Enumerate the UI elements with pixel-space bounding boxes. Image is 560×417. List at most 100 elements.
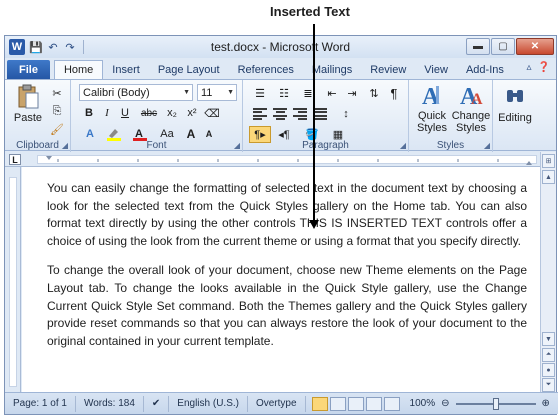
font-name-combo[interactable]: Calibri (Body) ▼ [79, 84, 193, 101]
scroll-up-icon[interactable]: ▲ [542, 170, 555, 184]
title-bar: W 💾 ↶ ↷ test.docx - Microsoft Word ▬ ▢ ✕ [5, 36, 556, 58]
select-browse-object-icon[interactable]: ● [542, 363, 555, 377]
zoom-slider-thumb[interactable] [492, 397, 499, 410]
previous-page-icon[interactable]: ⏶ [542, 348, 555, 362]
align-center-icon[interactable] [271, 106, 289, 122]
ribbon-tab-bar: File Home Insert Page Layout References … [5, 58, 556, 79]
show-hide-button[interactable]: ¶ [385, 85, 403, 101]
close-button[interactable]: ✕ [516, 38, 554, 55]
word-count-status[interactable]: Words: 184 [76, 395, 144, 412]
window-controls: ▬ ▢ ✕ [465, 38, 554, 55]
scroll-down-icon[interactable]: ▼ [542, 332, 555, 346]
bullets-icon[interactable]: ☰ [249, 85, 271, 101]
tab-file[interactable]: File [7, 60, 50, 79]
help-icon[interactable]: ❓ [538, 62, 550, 73]
callout-pointer-line [313, 24, 315, 226]
language-status[interactable]: English (U.S.) [169, 395, 248, 412]
tab-selector-button[interactable]: L [9, 154, 21, 165]
tab-home[interactable]: Home [53, 60, 104, 79]
clear-formatting-icon[interactable]: ⌫ [203, 105, 221, 121]
proofing-icon[interactable]: ✔ [144, 395, 170, 412]
quick-styles-label: Quick Styles [417, 110, 447, 134]
zoom-control: ⊖ ⊕ [435, 397, 550, 410]
minimize-button[interactable]: ▬ [466, 38, 490, 55]
overtype-status[interactable]: Overtype [248, 395, 306, 412]
document-area[interactable]: You can easily change the formatting of … [22, 167, 542, 393]
ruler-bar[interactable] [37, 155, 537, 165]
word-logo-icon[interactable]: W [9, 39, 25, 55]
view-ruler-icon[interactable]: ⊞ [542, 154, 555, 168]
zoom-in-icon[interactable]: ⊕ [542, 398, 550, 409]
italic-button[interactable]: I [99, 105, 115, 121]
page-count-status[interactable]: Page: 1 of 1 [5, 395, 76, 412]
undo-icon[interactable]: ↶ [46, 40, 60, 54]
zoom-slider[interactable] [455, 397, 536, 410]
superscript-button[interactable]: x² [183, 105, 201, 121]
increase-indent-icon[interactable]: ⇥ [343, 85, 361, 101]
align-right-icon[interactable] [291, 106, 309, 122]
change-styles-button[interactable]: AA Change Styles [451, 82, 491, 134]
font-group: Calibri (Body) ▼ 11 ▼ B I U abc x₂ x² ⌫ … [71, 80, 243, 152]
tab-mailings[interactable]: Mailings [303, 60, 361, 79]
styles-group-label: Styles [436, 140, 465, 151]
editing-group: Editing [493, 80, 537, 152]
tab-add-ins[interactable]: Add-Ins [457, 60, 513, 79]
styles-group: A Quick Styles AA Change Styles Styles ◢ [409, 80, 493, 152]
paragraph-launcher-icon[interactable]: ◢ [400, 141, 406, 150]
paste-icon [14, 84, 42, 110]
multilevel-list-icon[interactable]: ≣ [297, 85, 319, 101]
qat-separator [83, 40, 84, 54]
font-size-combo[interactable]: 11 ▼ [197, 84, 237, 101]
numbering-icon[interactable]: ☷ [273, 85, 295, 101]
vertical-scrollbar[interactable]: ⊞ ▲ ▼ ⏶ ● ⏷ [540, 152, 556, 393]
vertical-ruler-bar[interactable] [9, 177, 17, 387]
full-screen-reading-view-icon[interactable] [329, 396, 346, 411]
draft-view-icon[interactable] [383, 396, 400, 411]
callout-arrowhead [309, 220, 319, 229]
web-layout-view-icon[interactable] [347, 396, 364, 411]
maximize-button[interactable]: ▢ [491, 38, 515, 55]
strikethrough-button[interactable]: abc [137, 105, 161, 121]
editing-button[interactable]: Editing [495, 84, 535, 124]
next-page-icon[interactable]: ⏷ [542, 378, 555, 392]
ribbon-right-controls: ▵ ❓ [527, 62, 550, 73]
sort-icon[interactable]: ⇅ [365, 85, 383, 101]
minimize-ribbon-icon[interactable]: ▵ [527, 62, 532, 73]
status-bar: Page: 1 of 1 Words: 184 ✔ English (U.S.)… [5, 392, 558, 414]
document-body[interactable]: You can easily change the formatting of … [47, 180, 527, 362]
chevron-down-icon: ▼ [183, 89, 190, 96]
paragraph-group-label: Paragraph [302, 140, 349, 151]
font-size-value: 11 [201, 86, 213, 99]
styles-launcher-icon[interactable]: ◢ [484, 141, 490, 150]
quick-styles-button[interactable]: A Quick Styles [413, 82, 451, 134]
redo-icon[interactable]: ↷ [63, 40, 77, 54]
document-paragraph-2[interactable]: To change the overall look of your docum… [47, 262, 527, 350]
ruler-ticks [46, 156, 532, 165]
copy-icon[interactable]: ⎘ [49, 103, 65, 119]
line-spacing-icon[interactable]: ↕ [335, 106, 357, 122]
word-window: W 💾 ↶ ↷ test.docx - Microsoft Word ▬ ▢ ✕… [4, 35, 558, 415]
tab-review[interactable]: Review [361, 60, 415, 79]
bold-button[interactable]: B [81, 105, 97, 121]
zoom-out-icon[interactable]: ⊖ [441, 398, 449, 409]
cut-icon[interactable]: ✂ [49, 85, 65, 101]
clipboard-launcher-icon[interactable]: ◢ [62, 141, 68, 150]
tab-insert[interactable]: Insert [103, 60, 149, 79]
tab-references[interactable]: References [229, 60, 303, 79]
decrease-indent-icon[interactable]: ⇤ [323, 85, 341, 101]
tab-page-layout[interactable]: Page Layout [149, 60, 229, 79]
tab-view[interactable]: View [415, 60, 457, 79]
paste-button[interactable]: Paste [11, 84, 45, 124]
underline-button[interactable]: U [117, 105, 133, 121]
font-launcher-icon[interactable]: ◢ [234, 141, 240, 150]
document-paragraph-1[interactable]: You can easily change the formatting of … [47, 180, 527, 250]
subscript-button[interactable]: x₂ [163, 105, 181, 121]
save-icon[interactable]: 💾 [29, 40, 43, 54]
format-painter-icon[interactable]: 🖌 [49, 121, 65, 137]
print-layout-view-icon[interactable] [311, 396, 328, 411]
outline-view-icon[interactable] [365, 396, 382, 411]
zoom-level[interactable]: 100% [402, 398, 436, 409]
align-left-icon[interactable] [251, 106, 269, 122]
svg-text:A: A [471, 91, 483, 108]
clipboard-group: Paste ✂ ⎘ 🖌 Clipboard ◢ [5, 80, 71, 152]
